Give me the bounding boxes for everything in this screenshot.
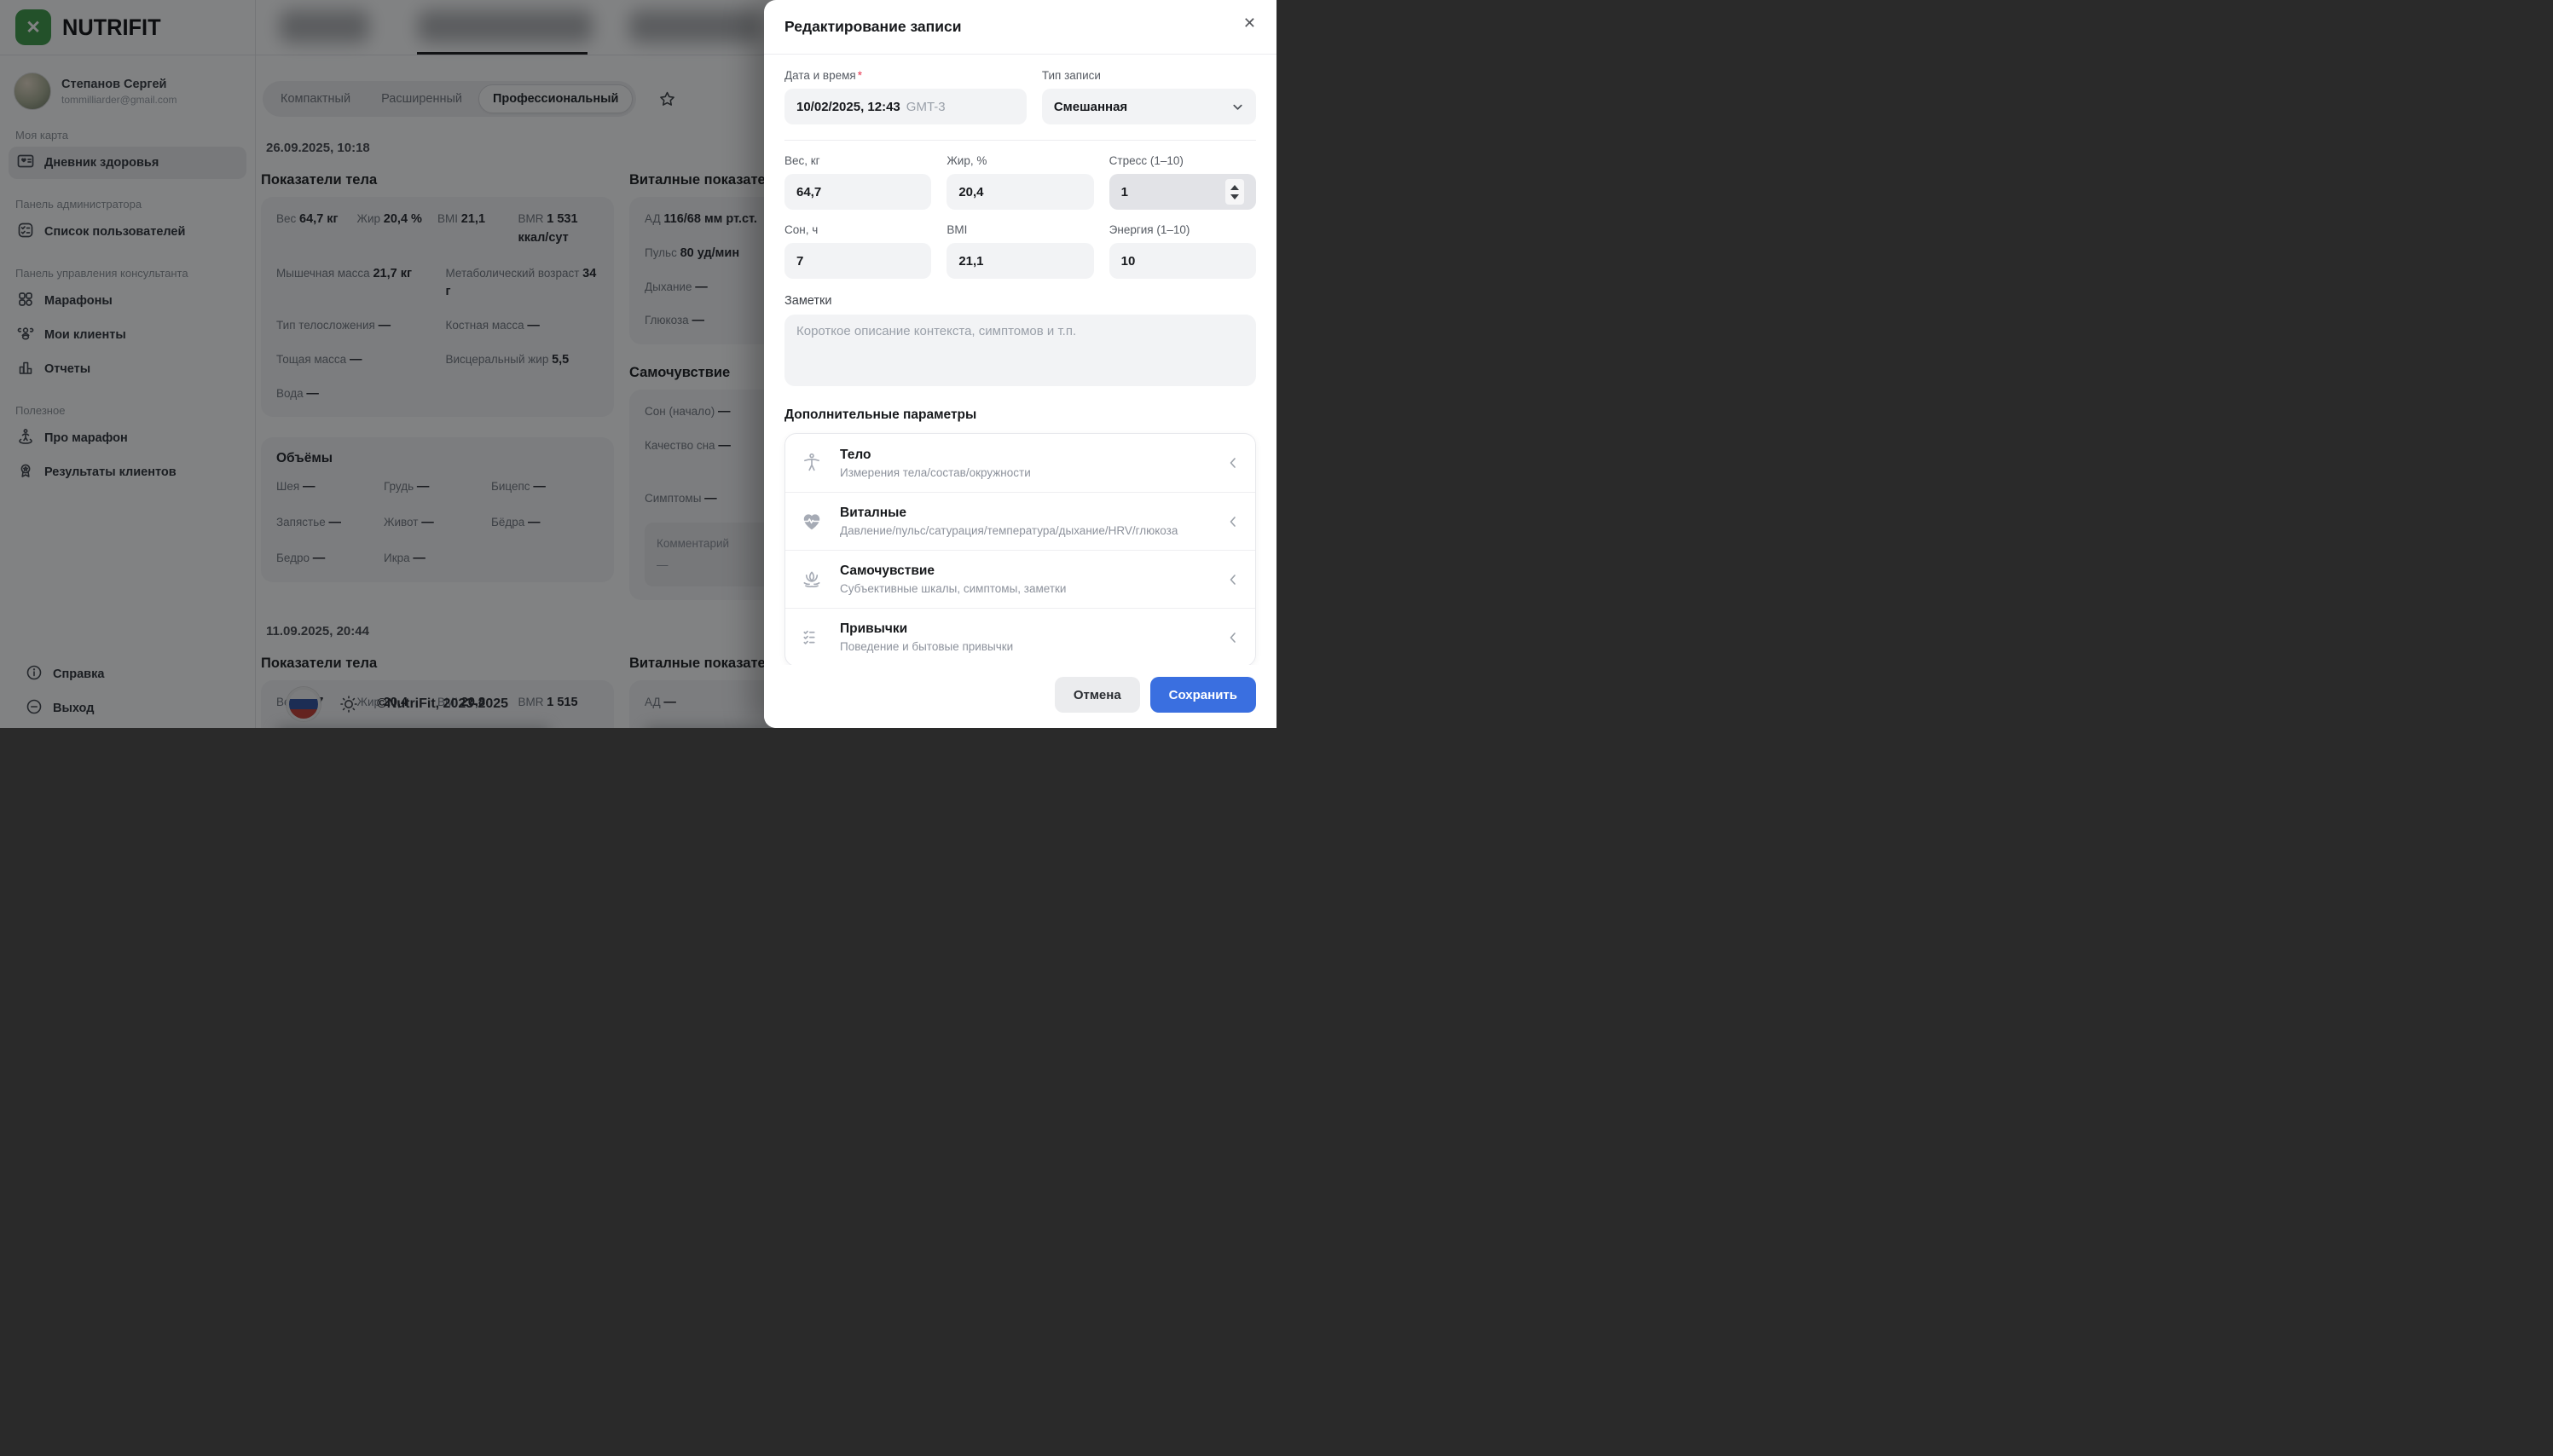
notes-textarea[interactable]: [784, 315, 1256, 386]
field-label: Тип записи: [1042, 69, 1256, 82]
weight-input[interactable]: [784, 174, 931, 210]
accordion-subtitle: Давление/пульс/сатурация/температура/дых…: [840, 524, 1178, 537]
datetime-input[interactable]: 10/02/2025, 12:43 GMT-3: [784, 89, 1027, 124]
spinner-down-icon[interactable]: [1230, 194, 1239, 199]
extra-params-heading: Дополнительные параметры: [784, 407, 1256, 423]
accordion-title: Привычки: [840, 621, 1013, 637]
divider: [784, 140, 1256, 141]
modal-body: Дата и время* 10/02/2025, 12:43 GMT-3 Ти…: [764, 55, 1276, 667]
modal-title: Редактирование записи: [784, 18, 961, 36]
field-label: Дата и время*: [784, 69, 1027, 82]
chevron-left-icon: [1226, 631, 1240, 644]
heart-pulse-icon: [801, 511, 826, 533]
fat-input[interactable]: [947, 174, 1093, 210]
chevron-left-icon: [1226, 456, 1240, 470]
record-type-select[interactable]: Смешанная: [1042, 89, 1256, 124]
accordion-item-vitals[interactable]: Виталные Давление/пульс/сатурация/темпер…: [785, 492, 1255, 550]
timezone-label: GMT-3: [906, 100, 946, 114]
notes-label: Заметки: [784, 294, 1256, 308]
chevron-left-icon: [1226, 573, 1240, 586]
close-icon[interactable]: ✕: [1240, 11, 1259, 36]
accordion-subtitle: Измерения тела/состав/окружности: [840, 466, 1031, 479]
stress-stepper[interactable]: [1109, 174, 1256, 210]
accordion-title: Виталные: [840, 506, 1178, 521]
accordion-title: Тело: [840, 448, 1031, 463]
modal-header: Редактирование записи: [764, 0, 1276, 55]
number-spinner[interactable]: [1225, 179, 1244, 205]
accordion-title: Самочувствие: [840, 563, 1066, 579]
extra-params-accordion: Тело Измерения тела/состав/окружности Ви…: [784, 433, 1256, 667]
required-asterisk: *: [858, 69, 862, 82]
accordion-item-body[interactable]: Тело Измерения тела/состав/окружности: [785, 434, 1255, 492]
accordion-subtitle: Поведение и бытовые привычки: [840, 640, 1013, 653]
chevron-down-icon: [1231, 101, 1244, 113]
accordion-item-wellbeing[interactable]: Самочувствие Субъективные шкалы, симптом…: [785, 550, 1255, 608]
energy-input[interactable]: [1109, 243, 1256, 279]
chevron-left-icon: [1226, 515, 1240, 529]
record-type-value: Смешанная: [1054, 100, 1127, 114]
accordion-subtitle: Субъективные шкалы, симптомы, заметки: [840, 582, 1066, 595]
field-label: Сон, ч: [784, 223, 931, 236]
sleep-input[interactable]: [784, 243, 931, 279]
save-button[interactable]: Сохранить: [1150, 677, 1256, 713]
bmi-input[interactable]: [947, 243, 1093, 279]
checklist-lines-icon: [801, 627, 826, 649]
field-label: Энергия (1–10): [1109, 223, 1256, 236]
datetime-value: 10/02/2025, 12:43: [796, 100, 900, 114]
spinner-up-icon[interactable]: [1230, 185, 1239, 190]
field-label: Вес, кг: [784, 154, 931, 167]
field-label: BMI: [947, 223, 1093, 236]
body-icon: [801, 452, 826, 474]
app-window: ✕ NUTRIFIT Степанов Сергей tommilliarder…: [0, 0, 1276, 728]
field-label: Жир, %: [947, 154, 1093, 167]
field-label: Стресс (1–10): [1109, 154, 1256, 167]
accordion-item-habits[interactable]: Привычки Поведение и бытовые привычки: [785, 608, 1255, 666]
modal-footer: Отмена Сохранить: [764, 665, 1276, 728]
cancel-button[interactable]: Отмена: [1055, 677, 1140, 713]
stress-input[interactable]: [1121, 185, 1155, 199]
edit-record-modal: Редактирование записи ✕ Дата и время* 10…: [764, 0, 1276, 728]
lotus-icon: [801, 569, 826, 591]
